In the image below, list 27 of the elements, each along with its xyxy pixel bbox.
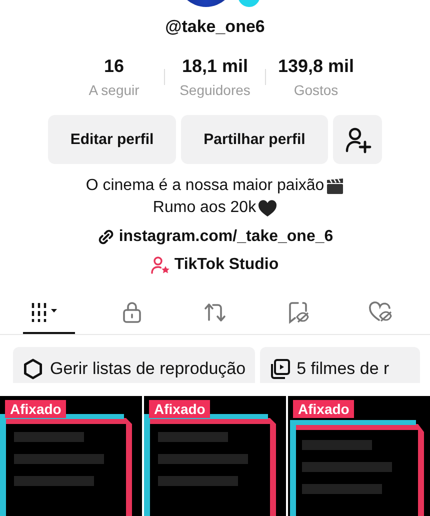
bio-text: Rumo aos 20k — [152, 199, 256, 218]
link-icon — [96, 228, 115, 246]
clapperboard-icon — [326, 178, 344, 195]
stat-label: Gostos — [294, 82, 338, 98]
playlist-chip[interactable]: 5 filmes de r — [260, 347, 420, 383]
settings-icon — [22, 358, 44, 380]
heart-icon — [258, 200, 278, 217]
heart-hidden-icon — [368, 300, 394, 324]
pinned-badge: Afixado — [5, 400, 66, 418]
add-person-icon — [344, 126, 372, 154]
studio-link[interactable]: TikTok Studio — [174, 256, 279, 274]
bio-link[interactable]: instagram.com/_take_one_6 — [118, 228, 334, 246]
pinned-badge: Afixado — [149, 400, 210, 418]
username: @take_one6 — [165, 17, 265, 38]
playlist-chip[interactable]: Gerir listas de reprodução — [13, 347, 255, 383]
stat-label: A seguir — [88, 82, 140, 98]
stat-label: Seguidores — [180, 82, 250, 98]
profile-button[interactable]: Partilhar perfil — [181, 115, 328, 164]
stat-count[interactable]: 139,8 mil — [278, 56, 354, 78]
profile-button[interactable]: Editar perfil — [48, 115, 176, 164]
pinned-badge: Afixado — [293, 400, 354, 418]
stat-count[interactable]: 18,1 mil — [182, 56, 248, 78]
person-star-icon — [151, 256, 170, 274]
stat-count[interactable]: 16 — [104, 56, 124, 78]
bio-text: O cinema é a nossa maior paixão — [86, 177, 324, 196]
playlist-icon — [268, 358, 291, 380]
add-friend-button[interactable] — [333, 115, 382, 164]
